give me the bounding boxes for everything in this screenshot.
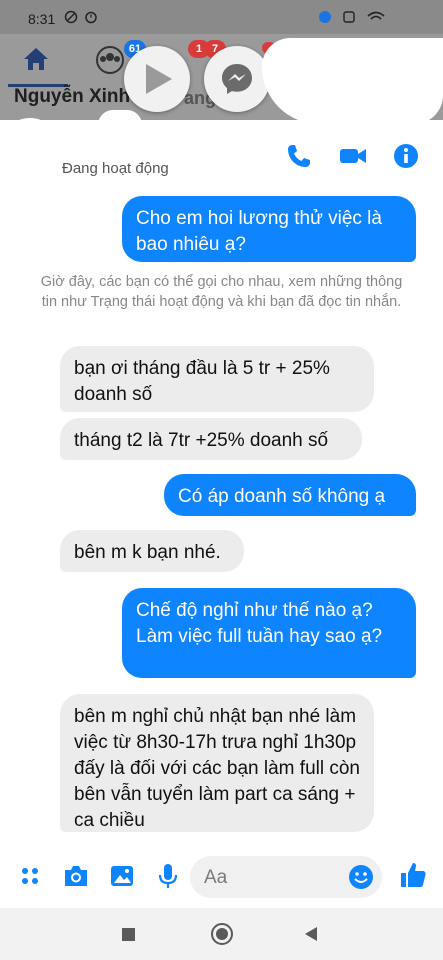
notification-icon: [343, 11, 355, 23]
recents-button[interactable]: [122, 928, 135, 941]
message-bubble-outgoing[interactable]: Cho em hoi lương thử việc là bao nhiêu ạ…: [122, 196, 416, 262]
microphone-icon[interactable]: [154, 862, 182, 890]
home-button[interactable]: [210, 922, 234, 946]
gallery-icon[interactable]: [108, 862, 136, 890]
redacted-area: [262, 38, 443, 124]
redacted-area: [0, 118, 60, 178]
messenger-icon: [222, 64, 252, 94]
messenger-notification-icon: [319, 11, 331, 23]
message-bubble-incoming[interactable]: bên m nghỉ chủ nhật bạn nhé làm việc từ …: [60, 694, 374, 832]
message-bubble-outgoing[interactable]: Chế độ nghỉ như thế nào ạ? Làm việc full…: [122, 588, 416, 678]
wifi-icon: [367, 11, 385, 20]
message-input[interactable]: Aa: [190, 856, 382, 898]
message-bubble-incoming[interactable]: bên m k bạn nhé.: [60, 530, 244, 572]
home-icon[interactable]: [22, 46, 50, 72]
messenger-chat-head[interactable]: [204, 46, 270, 112]
info-icon[interactable]: [393, 143, 419, 169]
like-icon[interactable]: [398, 860, 428, 890]
message-input-placeholder: Aa: [204, 867, 228, 888]
alarm-icon: [85, 11, 97, 24]
message-bubble-incoming[interactable]: tháng t2 là 7tr +25% doanh số: [60, 418, 362, 460]
play-icon: [146, 64, 172, 94]
status-time: 8:31: [28, 11, 56, 27]
friends-icon[interactable]: [94, 46, 126, 74]
back-button[interactable]: [304, 926, 318, 942]
do-not-disturb-icon: [64, 10, 78, 24]
play-chat-head[interactable]: [124, 46, 190, 112]
emoji-icon[interactable]: [348, 864, 374, 890]
phone-icon[interactable]: [286, 143, 312, 169]
system-navigation-bar: [0, 908, 443, 960]
status-bar: 8:31: [0, 0, 443, 34]
message-bubble-incoming[interactable]: bạn ơi tháng đầu là 5 tr + 25% doanh số: [60, 346, 374, 412]
camera-icon[interactable]: [62, 862, 90, 890]
message-bubble-outgoing[interactable]: Có áp doanh số không ạ: [164, 474, 416, 516]
apps-icon[interactable]: [18, 862, 42, 890]
video-call-icon[interactable]: [338, 143, 368, 169]
profile-name: Nguyễn Xinh: [14, 86, 131, 107]
info-notice: Giờ đây, các bạn có thể gọi cho nhau, xe…: [40, 274, 403, 310]
active-status: Đang hoạt động: [62, 160, 169, 177]
